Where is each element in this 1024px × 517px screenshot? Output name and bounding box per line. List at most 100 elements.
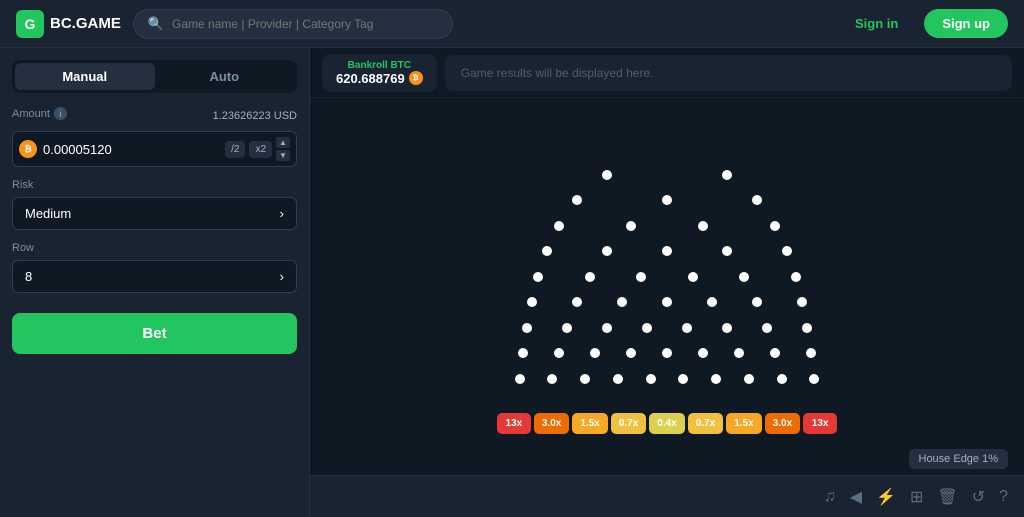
peg: [562, 323, 572, 333]
signup-button[interactable]: Sign up: [924, 9, 1008, 38]
peg: [722, 170, 732, 180]
peg: [722, 323, 732, 333]
peg: [678, 374, 688, 384]
multiplier-box: 13x: [497, 413, 531, 434]
peg: [797, 297, 807, 307]
peg: [572, 297, 582, 307]
lightning-icon[interactable]: ⚡: [876, 487, 896, 507]
peg: [626, 221, 636, 231]
peg: [688, 272, 698, 282]
bet-spinner: ▲ ▼: [276, 137, 290, 161]
peg: [791, 272, 801, 282]
peg: [722, 246, 732, 256]
peg: [515, 374, 525, 384]
peg: [580, 374, 590, 384]
logo: G BC.GAME: [16, 10, 121, 38]
tab-manual[interactable]: Manual: [15, 63, 155, 90]
half-button[interactable]: /2: [225, 141, 245, 158]
search-input[interactable]: [172, 17, 438, 31]
bankroll-box: Bankroll BTC 620.688769 ₿: [322, 54, 437, 92]
peg: [662, 297, 672, 307]
peg: [734, 348, 744, 358]
peg: [770, 348, 780, 358]
amount-info-icon[interactable]: i: [54, 107, 67, 120]
multiplier-box: 3.0x: [534, 413, 569, 434]
multiplier-box: 3.0x: [765, 413, 800, 434]
peg: [602, 170, 612, 180]
game-topbar: Bankroll BTC 620.688769 ₿ Game results w…: [310, 48, 1024, 98]
peg: [711, 374, 721, 384]
bet-input-wrap: ₿ /2 x2 ▲ ▼: [12, 131, 297, 167]
peg: [682, 323, 692, 333]
spinner-down[interactable]: ▼: [276, 150, 290, 161]
row-select[interactable]: 8 ›: [12, 260, 297, 293]
peg: [646, 374, 656, 384]
game-area: Bankroll BTC 620.688769 ₿ Game results w…: [310, 48, 1024, 517]
mode-tabs: Manual Auto: [12, 60, 297, 93]
help-icon[interactable]: ?: [999, 488, 1008, 506]
amount-label: Amount i: [12, 107, 67, 120]
amount-row: Amount i 1.23626223 USD: [12, 107, 297, 125]
peg: [698, 348, 708, 358]
row-label: Row: [12, 242, 297, 254]
peg: [777, 374, 787, 384]
peg: [613, 374, 623, 384]
row-chevron: ›: [280, 269, 284, 284]
multipliers-row: 13x3.0x1.5x0.7x0.4x0.7x1.5x3.0x13x: [497, 413, 837, 434]
search-bar[interactable]: 🔍: [133, 9, 453, 39]
peg: [739, 272, 749, 282]
peg: [782, 246, 792, 256]
pegs-container: [487, 149, 847, 409]
bet-input[interactable]: [43, 142, 219, 157]
peg: [707, 297, 717, 307]
trash-icon[interactable]: 🗑: [937, 487, 957, 507]
peg: [554, 221, 564, 231]
peg: [590, 348, 600, 358]
peg: [554, 348, 564, 358]
peg: [527, 297, 537, 307]
peg: [572, 195, 582, 205]
peg: [617, 297, 627, 307]
peg: [642, 323, 652, 333]
multiplier-box: 0.4x: [649, 413, 684, 434]
peg: [522, 323, 532, 333]
header: G BC.GAME 🔍 Sign in Sign up: [0, 0, 1024, 48]
refresh-icon[interactable]: ↺: [972, 487, 985, 507]
double-button[interactable]: x2: [249, 141, 272, 158]
peg: [626, 348, 636, 358]
amount-usd: 1.23626223 USD: [213, 110, 297, 122]
peg: [806, 348, 816, 358]
peg: [662, 195, 672, 205]
plinko-board: 13x3.0x1.5x0.7x0.4x0.7x1.5x3.0x13x: [310, 98, 1024, 475]
risk-select[interactable]: Medium ›: [12, 197, 297, 230]
peg: [662, 246, 672, 256]
bet-button[interactable]: Bet: [12, 313, 297, 354]
tab-auto[interactable]: Auto: [155, 63, 295, 90]
peg: [662, 348, 672, 358]
bankroll-title: Bankroll BTC: [336, 60, 423, 71]
search-icon: 🔍: [148, 16, 164, 32]
spinner-up[interactable]: ▲: [276, 137, 290, 148]
multiplier-box: 1.5x: [572, 413, 607, 434]
peg: [542, 246, 552, 256]
results-bar: Game results will be displayed here.: [445, 55, 1012, 91]
multiplier-box: 13x: [803, 413, 837, 434]
volume-icon[interactable]: ◀: [850, 487, 862, 507]
peg: [698, 221, 708, 231]
risk-chevron: ›: [280, 206, 284, 221]
music-icon[interactable]: ♫: [824, 488, 836, 506]
btc-icon: ₿: [19, 140, 37, 158]
peg: [752, 297, 762, 307]
peg: [809, 374, 819, 384]
peg: [518, 348, 528, 358]
peg: [802, 323, 812, 333]
signin-button[interactable]: Sign in: [841, 10, 912, 37]
peg: [752, 195, 762, 205]
peg: [602, 246, 612, 256]
bet-controls: /2 x2 ▲ ▼: [225, 137, 290, 161]
grid-icon[interactable]: ⊞: [910, 487, 923, 507]
peg: [770, 221, 780, 231]
main-layout: Manual Auto Amount i 1.23626223 USD ₿ /2…: [0, 48, 1024, 517]
logo-text: BC.GAME: [50, 15, 121, 32]
risk-value: Medium: [25, 206, 71, 221]
